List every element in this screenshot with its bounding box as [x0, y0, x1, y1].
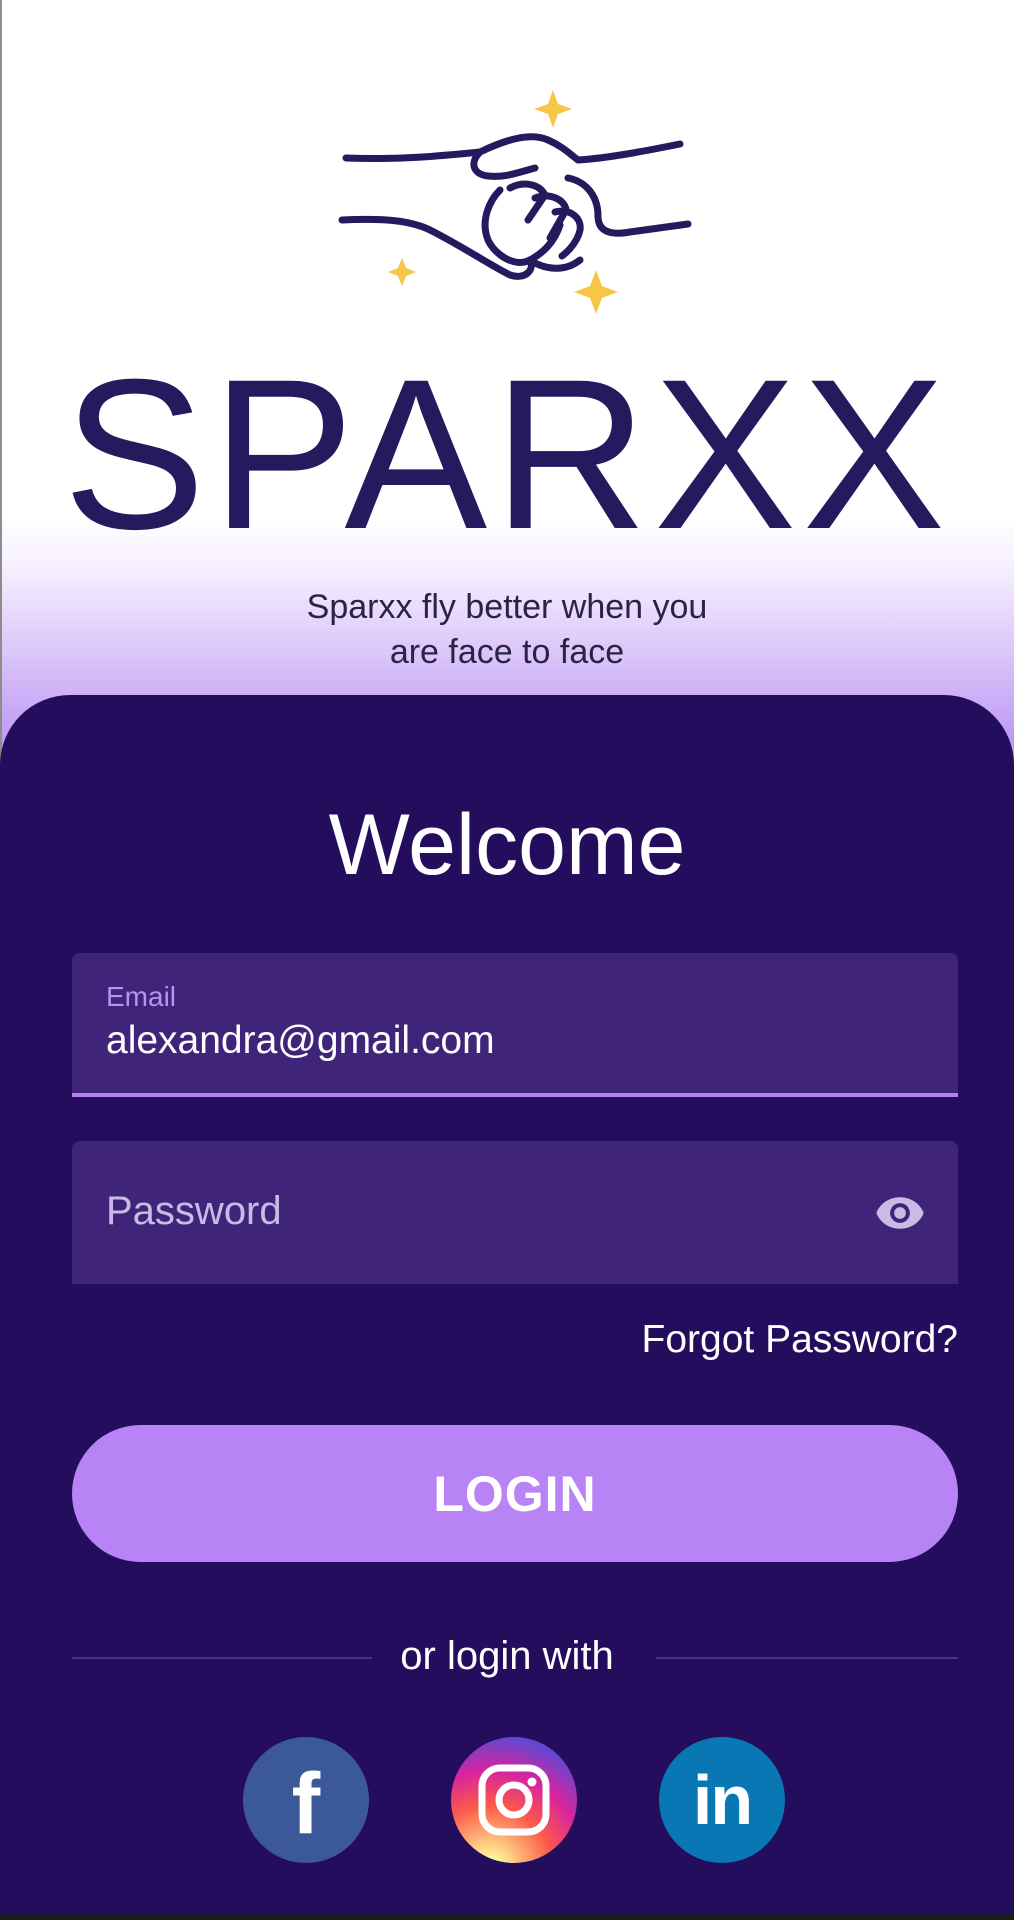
welcome-title: Welcome	[328, 797, 686, 893]
facebook-login-button[interactable]: f	[243, 1737, 369, 1863]
screen-bottom-edge	[0, 1914, 1014, 1920]
password-field[interactable]: Password	[72, 1141, 958, 1284]
email-field[interactable]: Email alexandra@gmail.com	[72, 953, 958, 1097]
email-label: Email	[106, 981, 177, 1012]
brand-name: SPARXX	[62, 335, 952, 574]
instagram-login-button[interactable]	[451, 1737, 577, 1863]
eye-icon[interactable]	[872, 1185, 928, 1241]
login-button[interactable]: LOGIN	[72, 1425, 958, 1562]
password-placeholder: Password	[106, 1189, 282, 1233]
divider-text: or login with	[400, 1634, 614, 1678]
eye-icon-svg	[876, 1197, 924, 1229]
handshake-icon	[338, 90, 692, 314]
tagline-line-1: Sparxx fly better when you	[306, 588, 708, 626]
email-value[interactable]: alexandra@gmail.com	[106, 1019, 495, 1063]
tagline: Sparxx fly better when you are face to f…	[0, 585, 1014, 675]
tagline-line-2: are face to face	[389, 633, 625, 671]
instagram-icon	[478, 1764, 550, 1836]
linkedin-login-button[interactable]: in	[659, 1737, 785, 1863]
forgot-password-link[interactable]: Forgot Password?	[642, 1318, 958, 1362]
linkedin-icon: in	[692, 1761, 753, 1839]
facebook-icon: f	[291, 1755, 321, 1852]
